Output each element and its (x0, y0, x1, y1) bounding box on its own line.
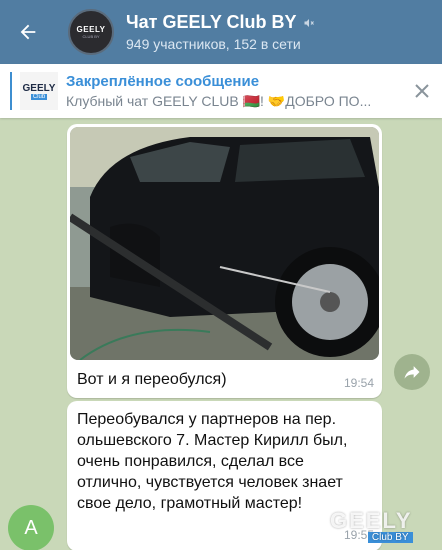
back-button[interactable] (0, 0, 56, 64)
chat-header: GEELY CLUB BY Чат GEELY Club BY 949 учас… (0, 0, 442, 64)
sender-avatar[interactable]: A (8, 505, 54, 550)
share-button[interactable] (394, 354, 430, 390)
photo-message[interactable]: Вот и я переобулся) 19:54 (67, 124, 382, 398)
pin-indicator (10, 72, 12, 110)
chat-info[interactable]: Чат GEELY Club BY 949 участников, 152 в … (126, 12, 315, 52)
pinned-thumbnail: GEELY Club (20, 72, 58, 110)
avatar-sub: CLUB BY (82, 34, 100, 39)
car-photo[interactable] (70, 127, 379, 360)
pinned-thumb-sub: Club (30, 93, 48, 100)
chat-subtitle: 949 участников, 152 в сети (126, 36, 301, 52)
watermark-brand: GEELY (330, 508, 413, 533)
message-time: 19:54 (343, 376, 374, 390)
pinned-thumb-brand: GEELY (22, 82, 56, 94)
close-icon (415, 84, 429, 98)
watermark-sub: Club BY (367, 532, 413, 543)
share-icon (404, 366, 420, 379)
geely-watermark: GEELY Club BY (330, 508, 413, 543)
pinned-label: Закреплённое сообщение (66, 72, 260, 90)
avatar-brand: GEELY (76, 25, 106, 34)
chat-avatar[interactable]: GEELY CLUB BY (68, 9, 114, 55)
pinned-text: Клубный чат GEELY CLUB 🇧🇾! 🤝ДОБРО ПО... (66, 92, 372, 109)
photo-caption: Вот и я переобулся) (77, 371, 227, 388)
mute-icon (304, 18, 314, 27)
chat-title: Чат GEELY Club BY (126, 12, 297, 32)
message-text: Переобувался у партнеров на пер. ольшевс… (77, 411, 348, 512)
pinned-message-bar[interactable]: GEELY Club Закреплённое сообщение Клубны… (0, 64, 442, 118)
pinned-close-button[interactable] (402, 64, 442, 118)
back-arrow-icon (20, 24, 36, 40)
